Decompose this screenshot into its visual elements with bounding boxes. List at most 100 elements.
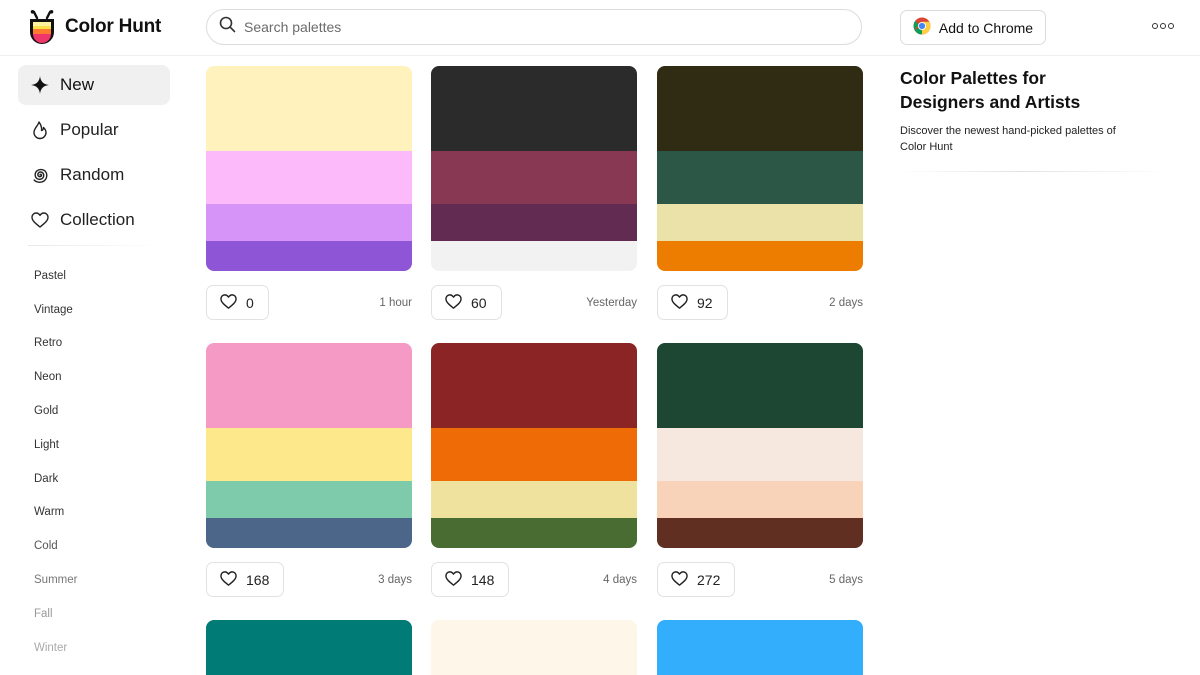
heart-icon [444, 293, 463, 313]
color-block[interactable] [431, 518, 637, 548]
palette-card[interactable] [206, 620, 412, 675]
color-block[interactable] [431, 241, 637, 271]
color-block[interactable] [657, 620, 863, 675]
color-block[interactable] [206, 66, 412, 151]
palette-card[interactable]: 60 Yesterday [431, 66, 637, 321]
tag-vintage[interactable]: Vintage [18, 293, 170, 327]
color-block[interactable] [206, 481, 412, 518]
tag-gold[interactable]: Gold [18, 394, 170, 428]
color-block[interactable] [206, 241, 412, 271]
palette-time: 5 days [829, 574, 863, 586]
sidebar-item-collection[interactable]: Collection [18, 200, 170, 240]
like-count: 60 [471, 294, 487, 311]
color-block[interactable] [431, 204, 637, 241]
sidebar-item-popular[interactable]: Popular [18, 110, 170, 150]
palette-swatch[interactable] [431, 66, 637, 271]
search-bar[interactable] [206, 9, 862, 45]
color-block[interactable] [206, 518, 412, 548]
intro-divider [900, 171, 1170, 172]
like-button[interactable]: 0 [206, 285, 269, 320]
sparkle-icon [30, 75, 50, 95]
like-button[interactable]: 168 [206, 562, 285, 597]
palette-card[interactable] [431, 620, 637, 675]
color-block[interactable] [657, 518, 863, 548]
tag-fall[interactable]: Fall [18, 597, 170, 631]
tag-pastel[interactable]: Pastel [18, 259, 170, 293]
palette-swatch[interactable] [206, 343, 412, 548]
logo-icon [27, 10, 57, 44]
palette-swatch[interactable] [657, 66, 863, 271]
tag-retro[interactable]: Retro [18, 327, 170, 361]
palette-swatch[interactable] [657, 343, 863, 548]
palette-card[interactable] [657, 620, 863, 675]
tag-winter[interactable]: Winter [18, 631, 170, 665]
palette-time: 3 days [378, 574, 412, 586]
heart-icon [219, 570, 238, 590]
palette-card[interactable]: 272 5 days [657, 343, 863, 598]
color-block[interactable] [657, 343, 863, 428]
color-block[interactable] [431, 343, 637, 428]
palette-card[interactable]: 92 2 days [657, 66, 863, 321]
more-options-button[interactable] [1152, 18, 1176, 34]
sidebar-item-random[interactable]: Random [18, 155, 170, 195]
color-block[interactable] [657, 481, 863, 518]
color-block[interactable] [206, 204, 412, 241]
palette-card[interactable]: 168 3 days [206, 343, 412, 598]
palette-swatch[interactable] [206, 66, 412, 271]
app-title: Color Hunt [65, 16, 162, 37]
spiral-icon [30, 165, 50, 185]
color-block[interactable] [431, 481, 637, 518]
color-block[interactable] [657, 428, 863, 481]
color-block[interactable] [657, 66, 863, 151]
palette-swatch[interactable] [431, 620, 637, 675]
color-block[interactable] [206, 151, 412, 204]
like-count: 168 [246, 571, 270, 588]
palette-time: Yesterday [586, 297, 637, 309]
top-bar: Color Hunt Add to Chrome [0, 0, 1200, 56]
like-button[interactable]: 60 [431, 285, 502, 320]
color-block[interactable] [431, 620, 637, 675]
palette-time: 4 days [603, 574, 637, 586]
intro-panel: Color Palettes for Designers and Artists… [900, 66, 1170, 172]
intro-title: Color Palettes for Designers and Artists [900, 68, 1081, 112]
chrome-icon [913, 17, 931, 38]
color-block[interactable] [657, 241, 863, 271]
dot-icon [1160, 23, 1166, 29]
tag-light[interactable]: Light [18, 428, 170, 462]
like-button[interactable]: 148 [431, 562, 510, 597]
heart-icon [670, 293, 689, 313]
logo[interactable]: Color Hunt [27, 10, 161, 44]
color-block[interactable] [206, 620, 412, 675]
tag-warm[interactable]: Warm [18, 496, 170, 530]
tag-neon[interactable]: Neon [18, 360, 170, 394]
search-input[interactable] [244, 19, 804, 35]
heart-icon [444, 570, 463, 590]
sidebar-item-label: Random [60, 165, 125, 184]
tag-summer[interactable]: Summer [18, 563, 170, 597]
intro-description: Discover the newest hand-picked palettes… [900, 125, 1116, 153]
color-block[interactable] [431, 66, 637, 151]
heart-icon [30, 210, 50, 230]
color-block[interactable] [206, 343, 412, 428]
sidebar-item-new[interactable]: New [18, 65, 170, 105]
add-to-chrome-button[interactable]: Add to Chrome [900, 10, 1046, 45]
like-count: 92 [697, 294, 713, 311]
color-block[interactable] [657, 204, 863, 241]
color-block[interactable] [431, 428, 637, 481]
tag-cold[interactable]: Cold [18, 529, 170, 563]
like-button[interactable]: 272 [657, 562, 736, 597]
color-block[interactable] [206, 428, 412, 481]
palette-swatch[interactable] [431, 343, 637, 548]
palette-swatch[interactable] [206, 620, 412, 675]
like-count: 0 [246, 294, 254, 311]
palette-swatch[interactable] [657, 620, 863, 675]
palette-card[interactable]: 0 1 hour [206, 66, 412, 321]
color-block[interactable] [431, 151, 637, 204]
like-button[interactable]: 92 [657, 285, 728, 320]
palette-card[interactable]: 148 4 days [431, 343, 637, 598]
sidebar: New Popular Random Collection Pastel Vin… [18, 65, 170, 665]
like-count: 272 [697, 571, 721, 588]
tag-dark[interactable]: Dark [18, 462, 170, 496]
dot-icon [1168, 23, 1174, 29]
color-block[interactable] [657, 151, 863, 204]
